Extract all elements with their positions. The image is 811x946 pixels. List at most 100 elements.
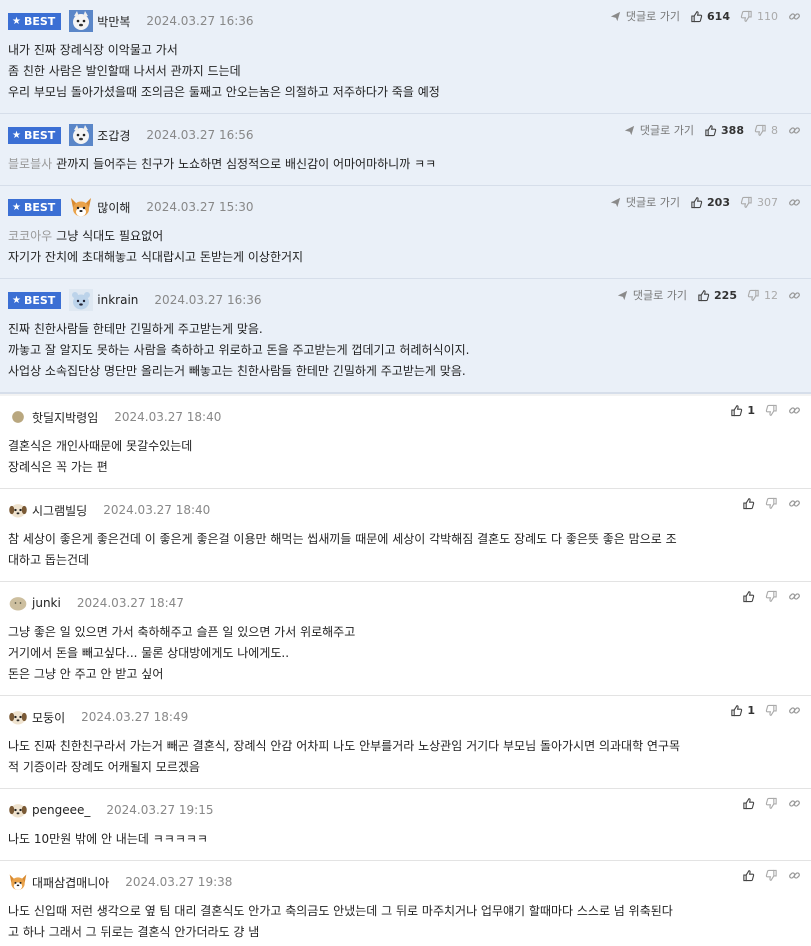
thumbs-down-icon[interactable] <box>765 869 778 882</box>
link-icon[interactable] <box>788 124 801 137</box>
comment-line: 까놓고 잘 알지도 못하는 사람을 축하하고 위로하고 돈을 주고받는게 껍데기… <box>8 340 801 361</box>
thumbs-down-icon <box>754 124 767 137</box>
nickname[interactable]: 박만복 <box>97 13 130 30</box>
comment-body: 진짜 친한사람들 한테만 긴밀하게 주고받는게 맞음. 까놓고 잘 알지도 못하는… <box>8 311 801 392</box>
comment-actions: 댓글로 가기 203 307 <box>609 194 801 210</box>
downvote-button[interactable]: 8 <box>754 124 778 137</box>
upvote-button[interactable]: 225 <box>697 289 737 302</box>
go-to-reply-link[interactable]: 댓글로 가기 <box>609 194 680 210</box>
thumbs-up-icon <box>690 196 703 209</box>
upvote-count: 1 <box>747 704 755 717</box>
link-icon[interactable] <box>788 590 801 603</box>
comment-header: pengeee_ 2024.03.27 19:15 <box>8 799 801 821</box>
comment-text: 까놓고 잘 알지도 못하는 사람을 축하하고 위로하고 돈을 주고받는게 껍데기… <box>8 343 470 357</box>
puppy-icon[interactable] <box>8 799 28 821</box>
reply-target: 코코아우 <box>8 229 53 243</box>
corgi-icon[interactable] <box>8 871 28 893</box>
comment-line: 우리 부모님 돌아가셨을때 조의금은 둘째고 안오는놈은 의절하고 저주하다가 … <box>8 82 801 103</box>
thumbs-up-icon <box>742 590 755 603</box>
reply-arrow-icon <box>609 196 622 209</box>
nickname[interactable]: junki <box>32 596 61 610</box>
link-icon[interactable] <box>788 497 801 510</box>
upvote-button[interactable]: 203 <box>690 196 730 209</box>
nickname[interactable]: 핫딜지박령임 <box>32 409 98 426</box>
upvote-button[interactable] <box>742 590 755 603</box>
thumbs-down-icon[interactable] <box>765 590 778 603</box>
comment-line: 사업상 소속집단상 명단만 올리는거 빼놓고는 친한사람들 한테만 긴밀하게 주… <box>8 361 801 382</box>
comment-body: 그냥 좋은 일 있으면 가서 축하해주고 슬픈 일 있으면 가서 위로해주고 거기… <box>8 614 801 695</box>
comment-date: 2024.03.27 19:15 <box>106 803 214 817</box>
nickname[interactable]: inkrain <box>97 293 138 307</box>
link-icon[interactable] <box>788 10 801 23</box>
comment-item: 모둥이 2024.03.27 18:49 1 나도 진짜 친한친구라서 가는거 빼곤 … <box>0 696 811 789</box>
comment-actions: 댓글로 가기 614 110 <box>609 8 801 24</box>
downvote-button[interactable]: 110 <box>740 10 778 23</box>
reply-arrow-icon <box>609 10 622 23</box>
dot-icon[interactable] <box>8 406 28 428</box>
upvote-button[interactable]: 1 <box>730 404 755 417</box>
thumbs-up-icon <box>704 124 717 137</box>
thumbs-down-icon[interactable] <box>765 797 778 810</box>
thumbs-up-icon <box>730 404 743 417</box>
best-label: BEST <box>23 200 56 214</box>
go-to-reply-link[interactable]: 댓글로 가기 <box>623 122 694 138</box>
snow-dog-icon[interactable] <box>69 10 94 32</box>
comment-text: 좀 친한 사람은 발인할때 나서서 관까지 드는데 <box>8 64 241 78</box>
thumbs-up-icon <box>697 289 710 302</box>
comment-text: 그냥 좋은 일 있으면 가서 축하해주고 슬픈 일 있으면 가서 위로해주고 <box>8 625 356 639</box>
downvote-button[interactable]: 12 <box>747 289 778 302</box>
thumbs-down-icon[interactable] <box>765 497 778 510</box>
thumbs-up-icon <box>690 10 703 23</box>
link-icon[interactable] <box>788 797 801 810</box>
upvote-button[interactable] <box>742 869 755 882</box>
best-label: BEST <box>23 293 56 307</box>
upvote-button[interactable] <box>742 497 755 510</box>
corgi-icon[interactable] <box>69 196 93 218</box>
nickname[interactable]: 대패삼겹매니아 <box>32 874 109 891</box>
bear-icon[interactable] <box>69 289 94 311</box>
downvote-button[interactable]: 307 <box>740 196 778 209</box>
thumbs-down-icon[interactable] <box>765 704 778 717</box>
snow-dog-icon[interactable] <box>69 124 94 146</box>
upvote-button[interactable] <box>742 797 755 810</box>
link-icon[interactable] <box>788 404 801 417</box>
best-comment: ★ BEST 조갑경 2024.03.27 16:56 댓글로 가기 388 8 블로블사 관까… <box>0 114 811 186</box>
go-to-reply-link[interactable]: 댓글로 가기 <box>616 287 687 303</box>
nickname[interactable]: 많이해 <box>97 199 130 216</box>
star-icon: ★ <box>12 294 21 306</box>
puppy-icon[interactable] <box>8 499 28 521</box>
go-to-reply-link[interactable]: 댓글로 가기 <box>609 8 680 24</box>
nickname[interactable]: 조갑경 <box>97 127 130 144</box>
potato-icon[interactable] <box>8 592 28 614</box>
link-icon[interactable] <box>788 196 801 209</box>
comment-actions <box>742 869 801 882</box>
comment-item: 대패삼겹매니아 2024.03.27 19:38 나도 신입때 저런 생각으로 옆 … <box>0 861 811 946</box>
best-comment: ★ BEST 박만복 2024.03.27 16:36 댓글로 가기 614 110 내가 진… <box>0 0 811 114</box>
best-badge: ★ BEST <box>8 126 62 144</box>
nickname[interactable]: 시그램빌딩 <box>32 502 87 519</box>
upvote-button[interactable]: 614 <box>690 10 730 23</box>
thumbs-down-icon <box>740 196 753 209</box>
link-icon[interactable] <box>788 869 801 882</box>
comment-header: 핫딜지박령임 2024.03.27 18:40 <box>8 406 801 428</box>
comment-line: 블로블사 관까지 들어주는 친구가 노쇼하면 심정적으로 배신감이 어마어마하니까… <box>8 154 801 175</box>
puppy-icon[interactable] <box>8 706 28 728</box>
comment-date: 2024.03.27 16:56 <box>146 128 254 142</box>
downvote-count: 8 <box>771 123 778 137</box>
link-icon[interactable] <box>788 704 801 717</box>
reply-label: 댓글로 가기 <box>625 10 681 23</box>
link-icon[interactable] <box>788 289 801 302</box>
best-badge: ★ BEST <box>8 198 62 216</box>
nickname[interactable]: 모둥이 <box>32 709 65 726</box>
comment-text: 나도 신입때 저런 생각으로 옆 팀 대리 결혼식도 안가고 축의금도 안냈는데… <box>8 904 673 918</box>
best-comment: ★ BEST 많이해 2024.03.27 15:30 댓글로 가기 203 307 코코아우… <box>0 186 811 279</box>
comment-body: 코코아우 그냥 식대도 필요없어 자기가 잔치에 초대해놓고 식대랍시고 돈받는게 … <box>8 218 801 278</box>
nickname[interactable]: pengeee_ <box>32 803 90 817</box>
upvote-button[interactable]: 388 <box>704 124 744 137</box>
comment-actions <box>742 797 801 810</box>
thumbs-down-icon[interactable] <box>765 404 778 417</box>
comment-actions: 1 <box>730 404 801 417</box>
best-label: BEST <box>23 128 56 142</box>
upvote-button[interactable]: 1 <box>730 704 755 717</box>
star-icon: ★ <box>12 129 21 141</box>
